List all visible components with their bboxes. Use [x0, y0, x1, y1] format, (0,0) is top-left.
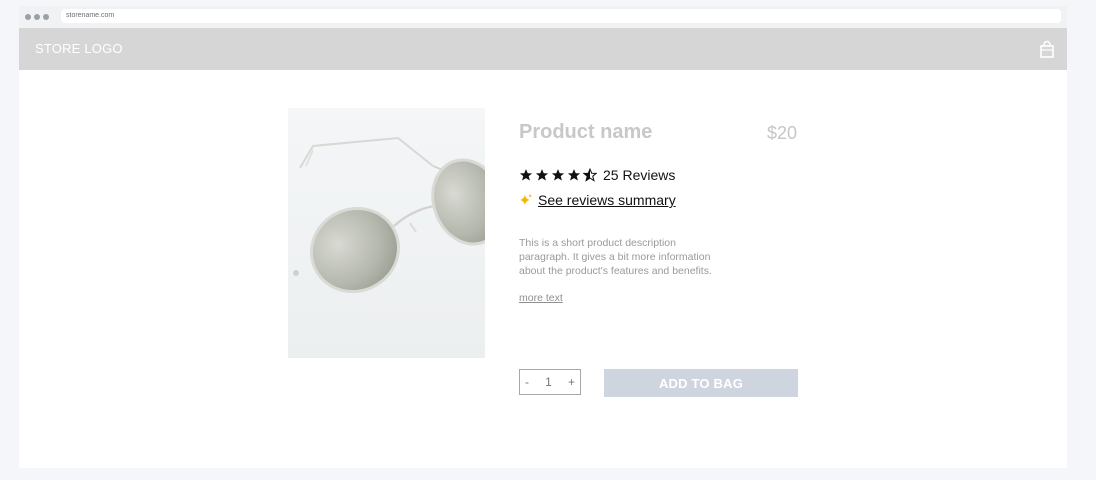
sparkle-icon — [520, 194, 532, 206]
decrement-button[interactable]: - — [525, 375, 529, 389]
browser-bar: storename.com — [19, 6, 1067, 28]
window-dot-icon — [43, 14, 49, 20]
product-price: $20 — [767, 123, 798, 143]
star-half-icon — [583, 168, 597, 182]
star-full-icon — [567, 169, 581, 181]
product-rating[interactable]: 25 Reviews — [519, 167, 675, 183]
product-name: Product name — [519, 121, 653, 143]
more-text-link[interactable]: more text — [519, 292, 563, 304]
window-dot-icon — [34, 14, 40, 20]
store-logo[interactable]: STORE LOGO — [35, 41, 123, 56]
star-rating — [519, 168, 597, 182]
quantity-stepper[interactable]: - 1 + — [519, 369, 581, 395]
store-header: STORE LOGO — [19, 28, 1067, 70]
quantity-value[interactable]: 1 — [545, 375, 552, 389]
store-page: STORE LOGO Product name $20 25 Reviews S… — [19, 28, 1067, 468]
shopping-bag-icon[interactable] — [1040, 40, 1054, 58]
see-reviews-summary-link[interactable]: See reviews summary — [538, 192, 676, 208]
reviews-count[interactable]: 25 Reviews — [603, 167, 675, 183]
star-full-icon — [535, 169, 549, 181]
window-dot-icon — [25, 14, 31, 20]
sunglasses-image — [288, 108, 485, 358]
window-controls — [25, 14, 49, 20]
add-to-bag-button[interactable]: ADD TO BAG — [604, 369, 798, 397]
star-full-icon — [551, 169, 565, 181]
product-image — [288, 108, 485, 358]
product-description: This is a short product description para… — [519, 237, 712, 277]
reviews-summary-row[interactable]: See reviews summary — [519, 192, 676, 208]
star-full-icon — [519, 169, 533, 181]
address-bar[interactable]: storename.com — [61, 9, 1061, 23]
increment-button[interactable]: + — [568, 375, 575, 389]
